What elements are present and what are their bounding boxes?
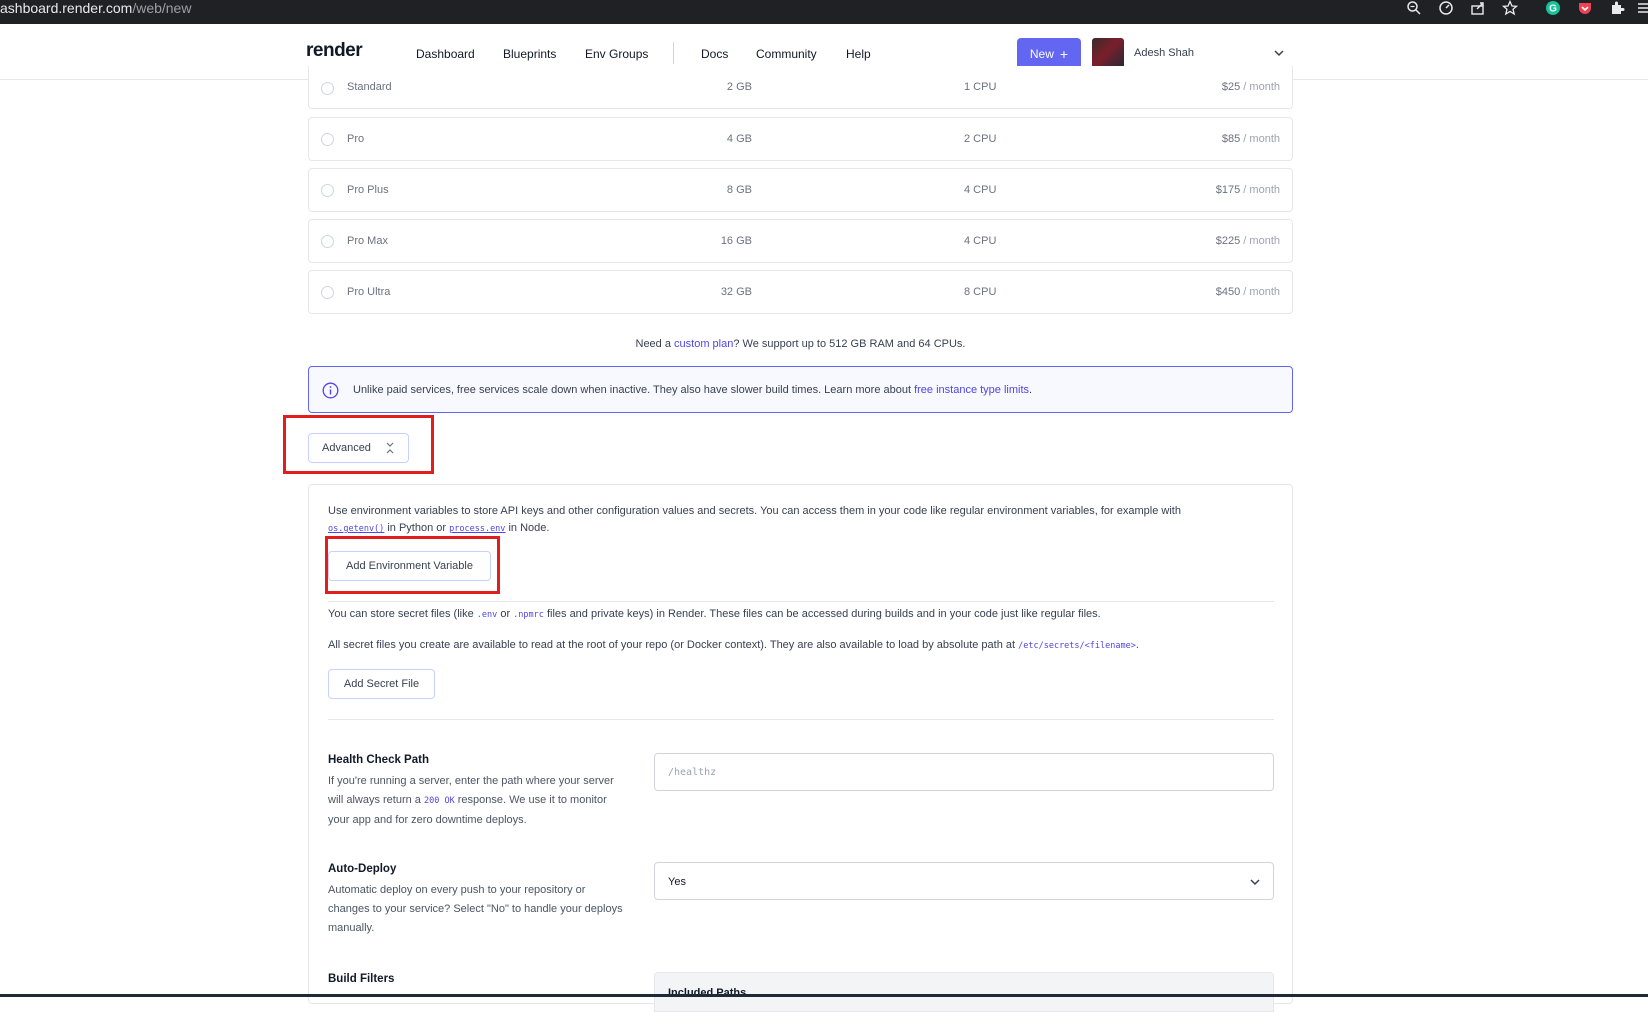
zoom-icon[interactable] — [1404, 0, 1424, 16]
plan-row-standard[interactable]: Standard 2 GB 1 CPU $25 / month — [308, 66, 1293, 109]
pocket-icon[interactable] — [1575, 0, 1595, 16]
url-path: /web/new — [132, 0, 192, 16]
browser-toolbar: ashboard.render.com/web/new G — [0, 0, 1648, 24]
custom-plan-text-end: ? We support up to 512 GB RAM and 64 CPU… — [733, 338, 966, 350]
add-secret-file-button[interactable]: Add Secret File — [328, 669, 435, 699]
nav-blueprints[interactable]: Blueprints — [503, 47, 556, 61]
plan-name: Pro Plus — [347, 184, 389, 196]
plan-price: $85 / month — [1221, 133, 1280, 145]
render-logo[interactable]: render — [306, 40, 363, 62]
plan-price: $225 / month — [1215, 235, 1280, 247]
plan-radio[interactable] — [321, 286, 334, 299]
url-host: ashboard.render.com — [0, 0, 133, 16]
new-button-label: New — [1029, 47, 1054, 61]
chevron-down-icon — [1250, 879, 1260, 886]
plan-radio[interactable] — [321, 235, 334, 248]
env-vars-description-2: os.getenv() in Python or process.env in … — [328, 522, 550, 534]
secret-files-description: You can store secret files (like .env or… — [328, 608, 1101, 620]
plan-row-pro-ultra[interactable]: Pro Ultra 32 GB 8 CPU $450 / month — [308, 270, 1293, 314]
env-vars-description: Use environment variables to store API k… — [328, 505, 1181, 517]
divider — [328, 719, 1274, 720]
plan-row-pro[interactable]: Pro 4 GB 2 CPU $85 / month — [308, 117, 1293, 161]
plan-ram: 8 GB — [726, 184, 752, 196]
plan-ram: 2 GB — [726, 81, 752, 93]
nav-divider — [673, 42, 674, 64]
plan-price: $450 / month — [1215, 286, 1280, 298]
nav-help[interactable]: Help — [846, 47, 871, 61]
auto-deploy-label: Auto-Deploy — [328, 863, 397, 875]
info-text: Unlike paid services, free services scal… — [353, 384, 1033, 396]
custom-plan-note: Need a custom plan? We support up to 512… — [308, 338, 1293, 350]
health-check-description: If you're running a server, enter the pa… — [328, 775, 614, 826]
plan-row-pro-max[interactable]: Pro Max 16 GB 4 CPU $225 / month — [308, 219, 1293, 263]
grammarly-icon[interactable]: G — [1543, 0, 1563, 16]
build-filters-label: Build Filters — [328, 973, 395, 985]
nav-community[interactable]: Community — [756, 47, 817, 61]
auto-deploy-value: Yes — [668, 876, 686, 888]
included-paths-header: Included Paths — [654, 972, 1274, 1012]
address-bar[interactable]: ashboard.render.com/web/new — [0, 0, 191, 24]
plan-cpu: 1 CPU — [964, 81, 997, 93]
plan-ram: 4 GB — [726, 133, 752, 145]
free-instance-limits-link[interactable]: free instance type limits — [914, 384, 1029, 396]
nav-docs[interactable]: Docs — [701, 47, 728, 61]
included-paths-label: Included Paths — [668, 987, 747, 999]
user-name[interactable]: Adesh Shah — [1134, 47, 1194, 59]
plan-radio[interactable] — [321, 133, 334, 146]
info-icon — [322, 382, 339, 399]
plan-radio[interactable] — [321, 82, 334, 95]
star-icon[interactable] — [1500, 0, 1520, 16]
divider — [328, 601, 1274, 602]
plan-price: $175 / month — [1215, 184, 1280, 196]
plan-row-pro-plus[interactable]: Pro Plus 8 GB 4 CPU $175 / month — [308, 168, 1293, 212]
nav-env-groups[interactable]: Env Groups — [585, 47, 648, 61]
auto-deploy-select[interactable]: Yes — [654, 862, 1274, 900]
performance-icon[interactable] — [1436, 0, 1456, 16]
svg-text:G: G — [1549, 4, 1557, 15]
nav-dashboard[interactable]: Dashboard — [416, 47, 475, 61]
plan-cpu: 4 CPU — [964, 235, 997, 247]
plus-icon: + — [1059, 46, 1069, 62]
highlight-box — [283, 415, 434, 474]
health-check-placeholder: /healthz — [668, 767, 717, 778]
custom-plan-text: Need a — [635, 338, 675, 350]
plan-cpu: 8 CPU — [964, 286, 997, 298]
plan-cpu: 4 CPU — [964, 184, 997, 196]
custom-plan-link[interactable]: custom plan — [674, 338, 733, 350]
menu-icon[interactable] — [1636, 0, 1648, 16]
extensions-icon[interactable] — [1607, 0, 1627, 16]
plan-price: $25 / month — [1221, 81, 1280, 93]
plan-name: Pro Ultra — [347, 286, 391, 298]
chevron-down-icon[interactable] — [1272, 46, 1286, 60]
health-check-label: Health Check Path — [328, 754, 429, 766]
auto-deploy-description: Automatic deploy on every push to your r… — [328, 884, 623, 934]
plan-cpu: 2 CPU — [964, 133, 997, 145]
plan-name: Pro Max — [347, 235, 388, 247]
highlight-box — [325, 536, 500, 594]
plan-name: Pro — [347, 133, 365, 145]
share-icon[interactable] — [1468, 0, 1488, 16]
plan-ram: 32 GB — [720, 286, 752, 298]
secret-files-path-description: All secret files you create are availabl… — [328, 639, 1139, 651]
plan-ram: 16 GB — [720, 235, 752, 247]
plan-radio[interactable] — [321, 184, 334, 197]
health-check-path-input[interactable]: /healthz — [654, 753, 1274, 791]
plan-name: Standard — [347, 81, 392, 93]
free-tier-info-banner: Unlike paid services, free services scal… — [308, 366, 1293, 413]
